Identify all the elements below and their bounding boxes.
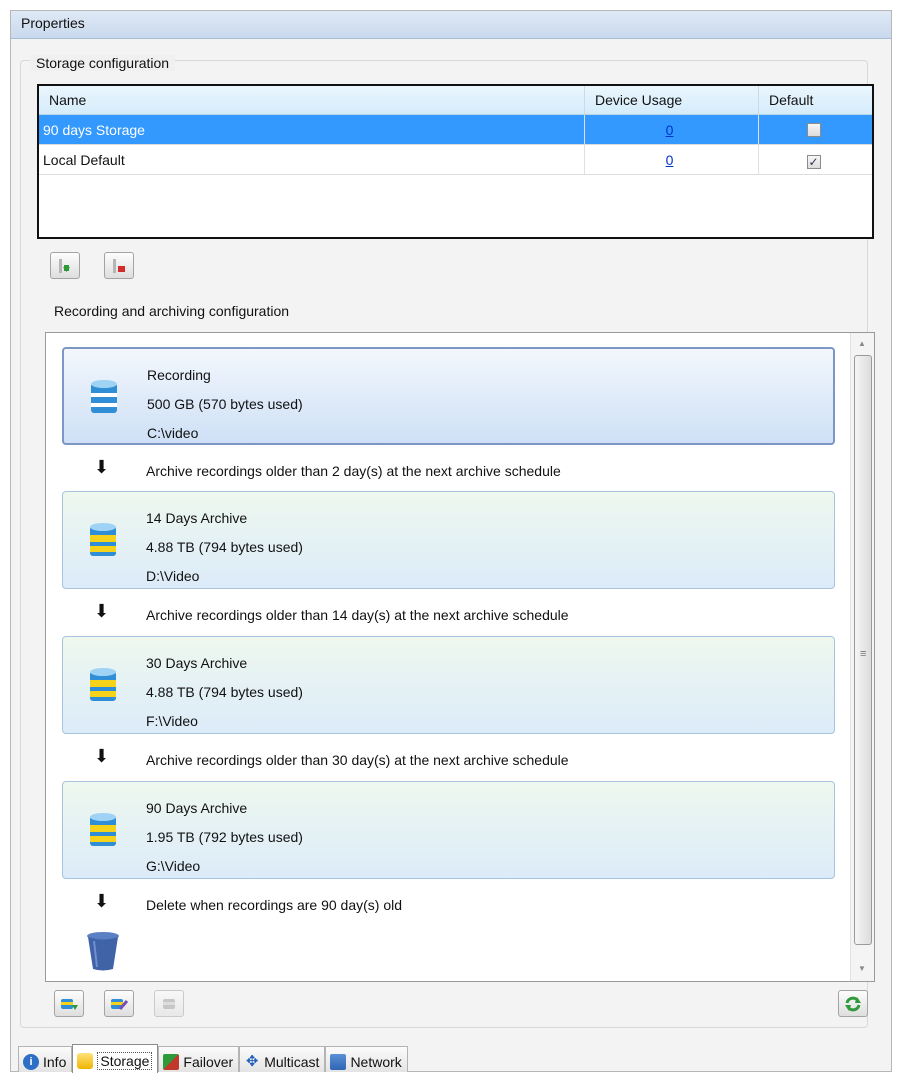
- delete-archive-icon: [163, 998, 175, 1009]
- delete-archive-button[interactable]: [154, 990, 184, 1017]
- archive-configuration-list: Recording 500 GB (570 bytes used) C:\vid…: [45, 332, 875, 982]
- tab-storage[interactable]: Storage: [72, 1044, 159, 1073]
- device-usage-link[interactable]: 0: [666, 152, 674, 168]
- step-text: Archive recordings older than 14 day(s) …: [146, 607, 569, 623]
- arrow-down-icon: ⬇: [94, 746, 110, 766]
- refresh-icon: [845, 996, 861, 1011]
- vertical-scrollbar[interactable]: ▲ ≡ ▼: [850, 333, 874, 981]
- remove-storage-icon: [113, 258, 125, 273]
- card-size: 500 GB (570 bytes used): [147, 396, 303, 412]
- storage-icon: [77, 1053, 94, 1069]
- add-storage-button[interactable]: [50, 252, 80, 279]
- card-size: 4.88 TB (794 bytes used): [146, 539, 303, 555]
- tab-failover[interactable]: Failover: [158, 1046, 240, 1072]
- step-text: Archive recordings older than 30 day(s) …: [146, 752, 569, 768]
- card-size: 4.88 TB (794 bytes used): [146, 684, 303, 700]
- default-checkbox[interactable]: [806, 123, 821, 137]
- recording-archiving-label: Recording and archiving configuration: [54, 303, 290, 319]
- scrollbar-thumb[interactable]: ≡: [854, 355, 872, 945]
- tab-network[interactable]: Network: [325, 1046, 408, 1072]
- database-icon: [91, 380, 117, 413]
- scroll-down-icon[interactable]: ▼: [858, 964, 866, 973]
- tab-strip: i Info Storage Failover ✥ Multicast Netw…: [18, 1044, 408, 1074]
- tab-multicast[interactable]: ✥ Multicast: [239, 1046, 326, 1072]
- tab-label: Storage: [97, 1052, 153, 1070]
- tab-label: Failover: [183, 1053, 234, 1070]
- edit-archive-button[interactable]: [104, 990, 134, 1017]
- delete-step: ⬇ Delete when recordings are 90 day(s) o…: [46, 891, 846, 921]
- card-path: F:\Video: [146, 713, 198, 729]
- step-text: Archive recordings older than 2 day(s) a…: [146, 463, 561, 479]
- storage-table-header: Name Device Usage Default: [39, 86, 872, 115]
- card-path: G:\Video: [146, 858, 201, 874]
- default-checkbox-checked[interactable]: ✓: [806, 155, 821, 169]
- column-header-name[interactable]: Name: [39, 86, 585, 114]
- archive-step: ⬇ Archive recordings older than 2 day(s)…: [46, 457, 846, 487]
- arrow-down-icon: ⬇: [94, 457, 110, 477]
- archive-database-icon: [90, 523, 116, 556]
- scroll-up-icon[interactable]: ▲: [858, 339, 866, 348]
- multicast-icon: ✥: [245, 1052, 259, 1070]
- device-usage-link[interactable]: 0: [666, 122, 674, 138]
- trash-icon: [87, 932, 119, 971]
- card-title: 14 Days Archive: [146, 510, 248, 526]
- failover-icon: [163, 1053, 180, 1070]
- storage-name: 90 days Storage: [39, 115, 585, 144]
- tab-label: Info: [43, 1053, 67, 1070]
- card-path: C:\video: [147, 425, 199, 441]
- archive-card-90-days[interactable]: 90 Days Archive 1.95 TB (792 bytes used)…: [62, 781, 835, 879]
- storage-configuration-title: Storage configuration: [30, 55, 176, 71]
- grip-icon: ≡: [860, 648, 867, 660]
- refresh-button[interactable]: [838, 990, 868, 1017]
- tab-label: Network: [350, 1053, 402, 1070]
- tab-label: Multicast: [264, 1053, 320, 1070]
- card-title: 30 Days Archive: [146, 655, 248, 671]
- card-title: 90 Days Archive: [146, 800, 248, 816]
- add-archive-button[interactable]: [54, 990, 84, 1017]
- recording-storage-card[interactable]: Recording 500 GB (570 bytes used) C:\vid…: [62, 347, 835, 445]
- archive-card-14-days[interactable]: 14 Days Archive 4.88 TB (794 bytes used)…: [62, 491, 835, 589]
- archive-step: ⬇ Archive recordings older than 30 day(s…: [46, 746, 846, 776]
- step-text: Delete when recordings are 90 day(s) old: [146, 897, 403, 913]
- column-header-default[interactable]: Default: [759, 86, 872, 114]
- archive-database-icon: [90, 813, 116, 846]
- archive-step: ⬇ Archive recordings older than 14 day(s…: [46, 601, 846, 631]
- remove-storage-button[interactable]: [104, 252, 134, 279]
- add-storage-icon: [59, 258, 70, 273]
- add-archive-icon: [61, 998, 78, 1010]
- storage-table: Name Device Usage Default 90 days Storag…: [37, 84, 874, 239]
- card-path: D:\Video: [146, 568, 200, 584]
- network-icon: [330, 1053, 347, 1070]
- card-title: Recording: [147, 367, 211, 383]
- tab-info[interactable]: i Info: [18, 1046, 73, 1072]
- column-header-device-usage[interactable]: Device Usage: [585, 86, 759, 114]
- arrow-down-icon: ⬇: [94, 891, 110, 911]
- window-title: Properties: [11, 11, 891, 39]
- card-size: 1.95 TB (792 bytes used): [146, 829, 303, 845]
- arrow-down-icon: ⬇: [94, 601, 110, 621]
- edit-archive-icon: [111, 998, 129, 1010]
- info-icon: i: [23, 1053, 39, 1070]
- storage-row-90-days[interactable]: 90 days Storage 0: [39, 115, 872, 145]
- archive-database-icon: [90, 668, 116, 701]
- storage-row-local-default[interactable]: Local Default 0 ✓: [39, 145, 872, 175]
- archive-card-30-days[interactable]: 30 Days Archive 4.88 TB (794 bytes used)…: [62, 636, 835, 734]
- storage-name: Local Default: [39, 145, 585, 174]
